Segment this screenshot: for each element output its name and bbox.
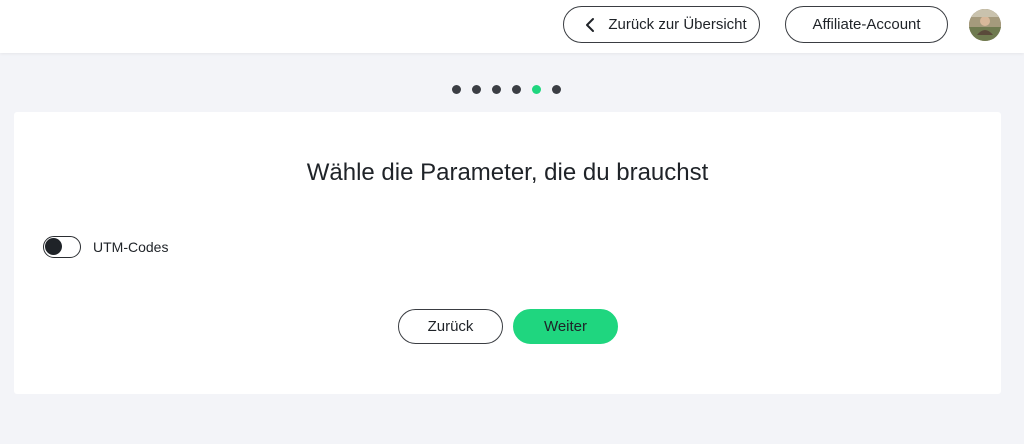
utm-codes-label: UTM-Codes [93, 239, 169, 255]
back-to-overview-button[interactable]: Zurück zur Übersicht [563, 6, 760, 43]
step-dot-1 [452, 85, 461, 94]
avatar[interactable] [969, 9, 1001, 41]
step-dot-6 [552, 85, 561, 94]
step-dot-3 [492, 85, 501, 94]
back-button-label: Zurück [427, 318, 474, 335]
step-indicator [452, 85, 561, 94]
toggle-knob [45, 238, 62, 255]
back-to-overview-label: Zurück zur Übersicht [608, 16, 747, 33]
back-button[interactable]: Zurück [398, 309, 503, 344]
step-dot-2 [472, 85, 481, 94]
step-dot-5 [532, 85, 541, 94]
step-dot-4 [512, 85, 521, 94]
next-button[interactable]: Weiter [513, 309, 618, 344]
affiliate-account-button[interactable]: Affiliate-Account [785, 6, 948, 43]
utm-codes-toggle[interactable] [43, 236, 81, 258]
page-title: Wähle die Parameter, die du brauchst [306, 159, 709, 186]
affiliate-account-label: Affiliate-Account [812, 16, 921, 33]
chevron-left-icon [582, 17, 598, 33]
parameter-card: Wähle die Parameter, die du brauchst UTM… [14, 112, 1001, 394]
top-bar: Zurück zur Übersicht Affiliate-Account [0, 0, 1024, 53]
next-button-label: Weiter [543, 318, 588, 335]
